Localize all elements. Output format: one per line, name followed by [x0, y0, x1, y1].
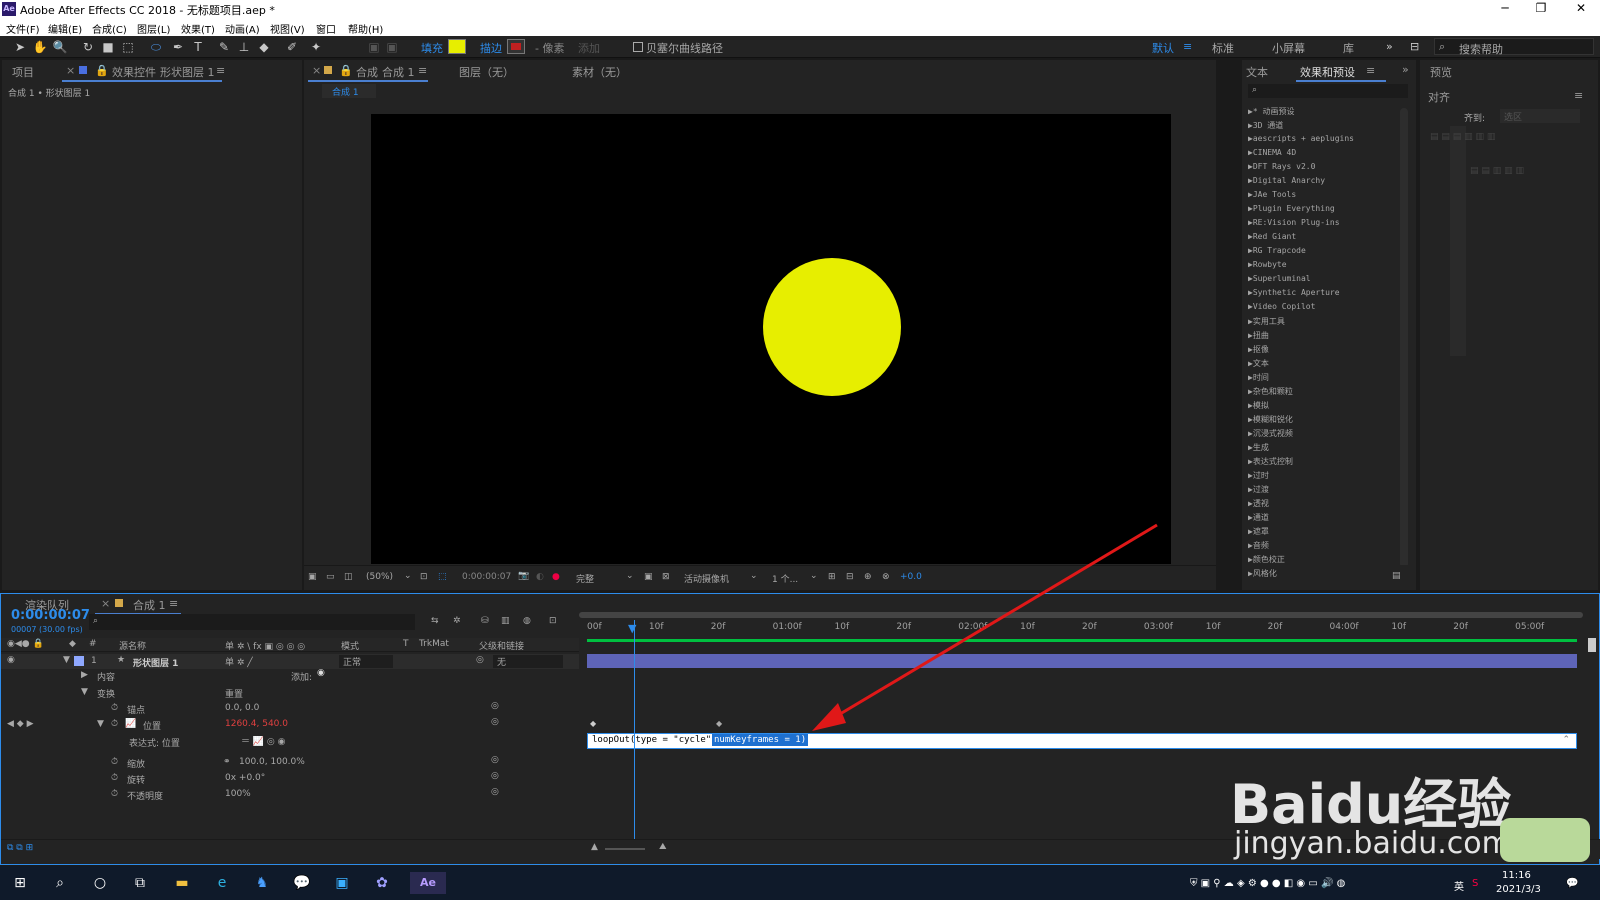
- app-icon-3[interactable]: ✿: [370, 872, 394, 894]
- app-icon-1[interactable]: ♞: [250, 872, 274, 894]
- wechat-icon[interactable]: 💬: [290, 872, 314, 894]
- baidu-watermark-url: jingyan.baidu.com: [1234, 826, 1511, 861]
- sogou-icon[interactable]: S: [1472, 878, 1478, 889]
- edge-browser-icon[interactable]: e: [210, 872, 234, 894]
- clock-time[interactable]: 11:16: [1502, 870, 1531, 881]
- after-effects-taskbar-icon[interactable]: Ae: [410, 872, 446, 894]
- system-tray-icons[interactable]: ⛨ ▣ ⚲ ☁ ◈ ⚙ ● ● ◧ ◉ ▭ 🔊 ◍: [1190, 878, 1345, 889]
- baidu-mascot-badge: [1500, 818, 1590, 862]
- ime-indicator[interactable]: 英: [1454, 878, 1464, 893]
- task-view-icon[interactable]: ⧉: [128, 872, 152, 894]
- app-icon-2[interactable]: ▣: [330, 872, 354, 894]
- search-taskbar-icon[interactable]: ⌕: [48, 872, 72, 894]
- notification-icon[interactable]: 💬: [1566, 878, 1578, 889]
- start-icon[interactable]: ⊞: [8, 872, 32, 894]
- file-explorer-icon[interactable]: ▬: [170, 872, 194, 894]
- cortana-icon[interactable]: ○: [88, 872, 112, 894]
- clock-date[interactable]: 2021/3/3: [1496, 884, 1541, 895]
- windows-taskbar: [0, 866, 1600, 900]
